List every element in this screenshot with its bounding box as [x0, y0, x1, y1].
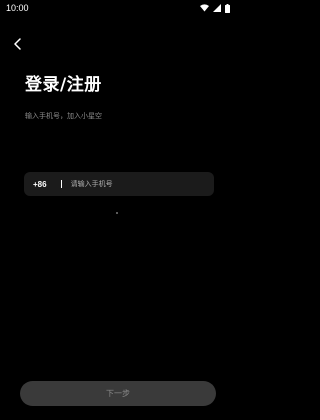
loading-dot	[116, 212, 118, 214]
back-arrow-icon	[13, 38, 23, 50]
page-subtitle: 输入手机号，加入小星空	[25, 112, 102, 120]
field-divider	[60, 180, 62, 188]
signal-icon	[213, 4, 221, 12]
back-button[interactable]	[10, 36, 26, 52]
status-icons	[200, 3, 230, 13]
page-title: 登录/注册	[25, 75, 102, 95]
next-button[interactable]: 下一步	[20, 381, 216, 406]
country-code[interactable]: +86	[33, 180, 47, 189]
phone-field[interactable]: +86	[24, 172, 214, 196]
status-time: 10:00	[6, 3, 29, 13]
wifi-icon	[200, 4, 209, 12]
phone-input[interactable]	[70, 180, 191, 188]
status-bar: 10:00	[0, 0, 236, 16]
battery-icon	[225, 3, 230, 13]
